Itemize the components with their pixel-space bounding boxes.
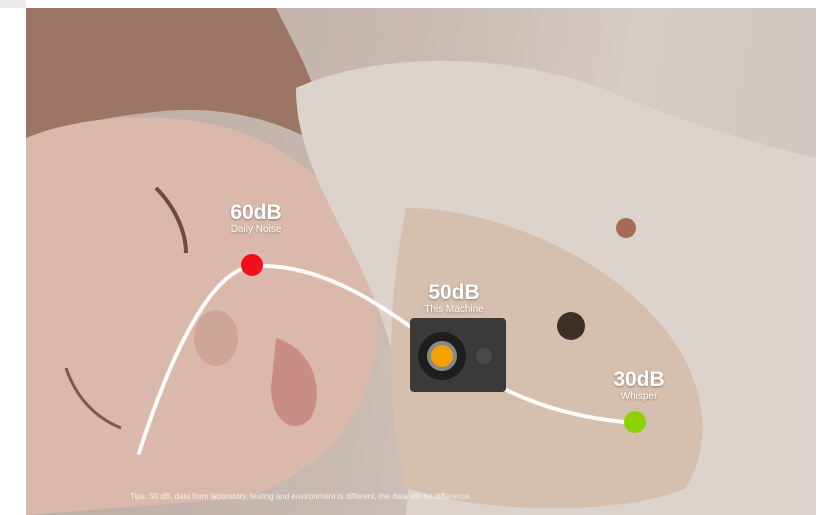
teddy-spot (616, 218, 636, 238)
nose (194, 310, 238, 366)
level-daily-noise: 60dB (230, 201, 282, 224)
machine-button (476, 348, 492, 364)
top-strip (0, 0, 820, 8)
label-whisper: 30dB Whisper (613, 369, 664, 403)
level-this-machine: 50dB (428, 281, 480, 304)
label-this-machine: 50dB This Machine (424, 282, 483, 316)
level-whisper: 30dB (613, 368, 665, 391)
sleeping-child-photo (26, 8, 816, 515)
point-this-machine (431, 345, 453, 367)
caption-whisper: Whisper (620, 391, 658, 402)
label-daily-noise: 60dB Daily Noise (230, 202, 281, 236)
photo-illustration (26, 8, 816, 515)
tips-footnote: Tips: 50 dB, data from laboratory, testi… (130, 492, 472, 501)
point-whisper (624, 411, 646, 433)
corner-block (0, 0, 26, 8)
teddy-eye (557, 312, 585, 340)
caption-this-machine: This Machine (424, 304, 484, 315)
point-daily-noise (241, 254, 263, 276)
caption-daily-noise: Daily Noise (230, 224, 282, 235)
